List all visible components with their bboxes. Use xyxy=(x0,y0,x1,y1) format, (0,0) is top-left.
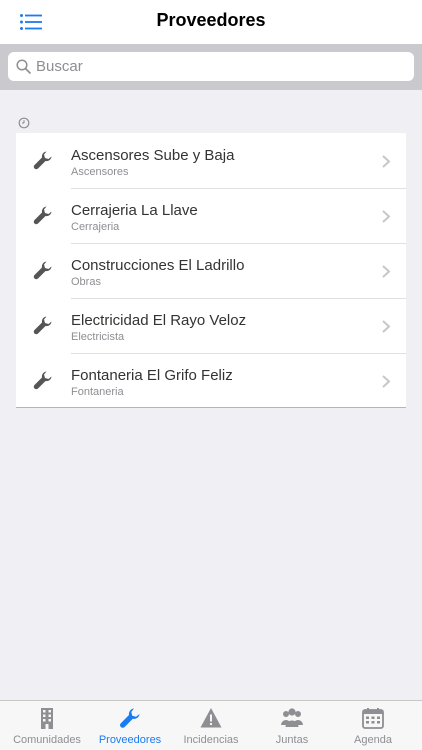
tab-label: Agenda xyxy=(354,734,392,746)
tab-label: Comunidades xyxy=(13,734,81,746)
tab-label: Juntas xyxy=(275,734,309,746)
tab-proveedores[interactable]: Proveedores xyxy=(88,701,172,750)
building-icon xyxy=(41,708,53,729)
tab-label: Incidencias xyxy=(183,734,239,746)
wrench-icon xyxy=(33,261,52,280)
chevron-right-icon xyxy=(382,265,390,278)
list-item[interactable]: Electricidad El Rayo Veloz Electricista xyxy=(16,298,406,353)
page-title: Proveedores xyxy=(156,10,266,30)
provider-category: Electricista xyxy=(71,331,125,343)
clock-icon xyxy=(18,117,30,129)
wrench-icon xyxy=(33,151,52,170)
provider-category: Ascensores xyxy=(71,166,129,178)
search-icon xyxy=(16,59,31,74)
people-icon xyxy=(281,708,303,727)
wrench-icon xyxy=(33,371,52,390)
chevron-right-icon xyxy=(382,210,390,223)
search-bar xyxy=(0,44,422,90)
tab-agenda[interactable]: Agenda xyxy=(331,701,415,750)
search-input[interactable] xyxy=(36,52,406,81)
provider-name: Cerrajeria La Llave xyxy=(71,202,198,219)
provider-category: Obras xyxy=(71,276,101,288)
wrench-icon xyxy=(120,708,140,728)
chevron-right-icon xyxy=(382,155,390,168)
chevron-right-icon xyxy=(382,320,390,333)
list-item[interactable]: Fontaneria El Grifo Feliz Fontaneria xyxy=(16,353,406,408)
wrench-icon xyxy=(33,206,52,225)
list-item[interactable]: Cerrajeria La Llave Cerrajeria xyxy=(16,188,406,243)
warning-icon xyxy=(200,708,222,728)
provider-category: Fontaneria xyxy=(71,386,124,398)
tab-label: Proveedores xyxy=(98,734,162,746)
navigation-bar: Proveedores xyxy=(0,0,422,44)
chevron-right-icon xyxy=(382,375,390,388)
wrench-icon xyxy=(33,316,52,335)
search-box[interactable] xyxy=(8,52,414,81)
tab-incidencias[interactable]: Incidencias xyxy=(169,701,253,750)
tab-juntas[interactable]: Juntas xyxy=(250,701,334,750)
tab-bar: Comunidades Proveedores Incidencias Junt… xyxy=(0,700,422,750)
list-item[interactable]: Construcciones El Ladrillo Obras xyxy=(16,243,406,298)
provider-list: Ascensores Sube y Baja Ascensores Cerraj… xyxy=(16,133,406,408)
list-item[interactable]: Ascensores Sube y Baja Ascensores xyxy=(16,133,406,188)
tab-comunidades[interactable]: Comunidades xyxy=(5,701,89,750)
provider-name: Construcciones El Ladrillo xyxy=(71,257,245,274)
provider-name: Fontaneria El Grifo Feliz xyxy=(71,367,233,384)
provider-name: Ascensores Sube y Baja xyxy=(71,147,235,164)
provider-category: Cerrajeria xyxy=(71,221,120,233)
calendar-icon xyxy=(362,708,384,729)
provider-name: Electricidad El Rayo Veloz xyxy=(71,312,247,329)
